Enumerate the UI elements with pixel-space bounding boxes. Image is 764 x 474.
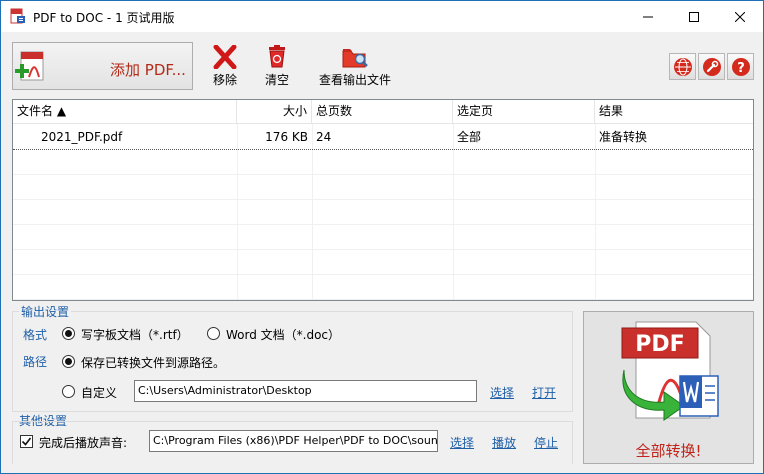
remove-label: 移除 [212,73,237,87]
title-bar[interactable]: PDF to DOC - 1 页试用版 [1,1,763,32]
open-path-link[interactable]: 打开 [532,384,556,401]
minimize-button[interactable] [625,1,671,32]
globe-icon [673,57,692,76]
choose-path-link[interactable]: 选择 [490,384,514,401]
add-pdf-button[interactable]: 添加 PDF... [12,42,193,90]
column-header-pages[interactable]: 总页数 [312,100,453,124]
table-row[interactable]: 2021_PDF.pdf 176 KB 24 全部 准备转换 [13,125,753,150]
add-pdf-label: 添加 PDF... [110,61,186,79]
svg-text:?: ? [737,61,745,76]
table-header: 文件名 ▲ 大小 总页数 选定页 结果 [13,100,753,124]
trash-icon [269,45,285,68]
app-window: PDF to DOC - 1 页试用版 添加 PDF... 移除 清空 查看输出… [0,0,764,474]
clear-button[interactable]: 清空 [258,45,296,88]
stop-sound-link[interactable]: 停止 [534,434,558,451]
cell-result: 准备转换 [599,130,648,144]
help-button[interactable]: ? [727,53,754,80]
website-button[interactable] [669,53,696,80]
view-output-label: 查看输出文件 [318,73,391,87]
cell-file-size: 176 KB [265,130,308,144]
column-header-result[interactable]: 结果 [595,100,753,124]
file-list-table[interactable]: 文件名 ▲ 大小 总页数 选定页 结果 2021_PDF.pdf 176 KB … [12,99,754,301]
choose-sound-link[interactable]: 选择 [450,434,474,451]
table-row-empty [13,175,753,200]
format-label: 格式 [23,328,48,342]
folder-search-icon [342,49,368,68]
pdf-art-text: PDF [635,332,684,357]
column-header-size[interactable]: 大小 [237,100,312,124]
cell-file-name: 2021_PDF.pdf [41,130,123,144]
table-row-empty [13,225,753,250]
path-source-label[interactable]: 保存已转换文件到源路径。 [81,354,225,371]
play-sound-label[interactable]: 完成后播放声音: [39,434,127,451]
column-header-selected[interactable]: 选定页 [453,100,595,124]
path-custom-label[interactable]: 自定义 [81,384,117,401]
custom-path-input[interactable]: C:\Users\Administrator\Desktop [134,380,477,402]
table-row-empty [13,150,753,175]
path-source-radio[interactable] [62,355,75,368]
wrench-icon [702,57,721,76]
close-icon [735,11,745,22]
output-settings-title: 输出设置 [19,303,72,320]
maximize-button[interactable] [671,1,717,32]
view-output-button[interactable]: 查看输出文件 [313,45,397,88]
convert-all-button[interactable]: PDF 全部转换! [583,311,754,464]
close-button[interactable] [717,1,763,32]
path-custom-radio[interactable] [62,385,75,398]
app-icon [10,8,25,24]
format-doc-label[interactable]: Word 文档（*.doc） [226,326,340,343]
checkmark-icon [21,437,32,446]
remove-button[interactable]: 移除 [206,45,244,88]
format-rtf-radio[interactable] [62,327,75,340]
add-pdf-icon [15,51,44,81]
play-sound-link[interactable]: 播放 [492,434,516,451]
play-sound-checkbox[interactable] [20,435,33,448]
pdf-to-word-icon: PDF [621,321,719,421]
window-title: PDF to DOC - 1 页试用版 [33,11,175,25]
cell-selected-pages: 全部 [457,130,482,144]
help-icon: ? [731,57,750,76]
path-label: 路径 [23,355,48,369]
table-row-empty [13,200,753,225]
format-rtf-label[interactable]: 写字板文档（*.rtf） [81,326,189,343]
convert-all-label: 全部转换! [635,442,702,460]
sound-path-input[interactable]: C:\Program Files (x86)\PDF Helper\PDF to… [149,430,438,452]
cell-total-pages: 24 [316,130,332,144]
table-row-empty [13,275,753,300]
minimize-icon [643,16,653,17]
remove-x-icon [213,45,237,69]
column-header-name[interactable]: 文件名 ▲ [13,100,237,124]
maximize-icon [689,11,699,22]
clear-label: 清空 [264,73,289,87]
settings-button[interactable] [698,53,725,80]
format-doc-radio[interactable] [207,327,220,340]
table-row-empty [13,250,753,275]
